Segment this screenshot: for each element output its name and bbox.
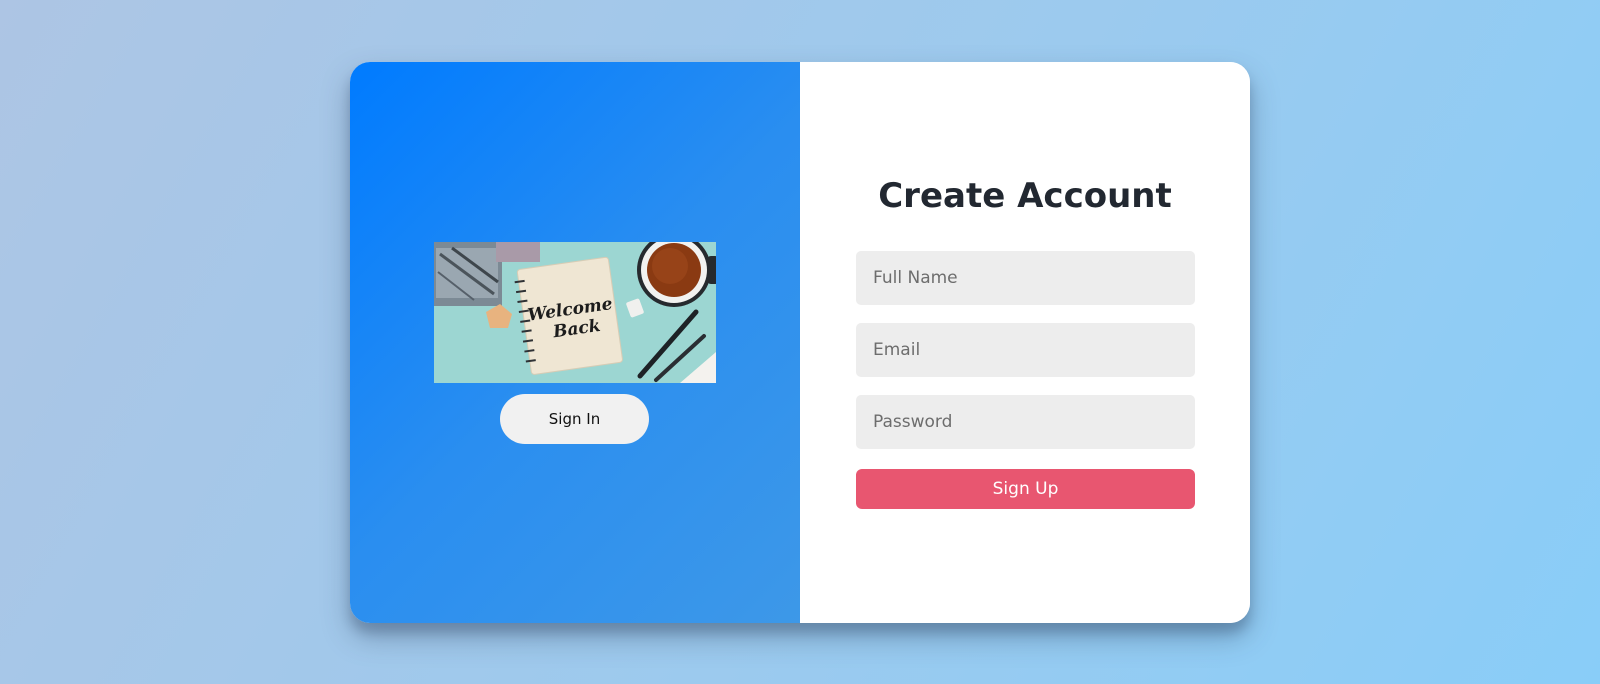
- welcome-panel: Welcome Back Sign In: [350, 62, 800, 623]
- signup-form-panel: Create Account Sign Up: [800, 62, 1250, 623]
- form-title: Create Account: [878, 176, 1172, 216]
- password-input[interactable]: [856, 395, 1195, 449]
- sign-in-button[interactable]: Sign In: [500, 394, 649, 444]
- sign-up-button[interactable]: Sign Up: [856, 469, 1195, 509]
- welcome-back-image: Welcome Back: [434, 242, 716, 383]
- auth-card: Welcome Back Sign In Create Account Full…: [350, 62, 1250, 623]
- email-input[interactable]: [856, 323, 1195, 377]
- notebook-graphic: Welcome Back: [514, 256, 623, 375]
- full-name-input[interactable]: [856, 251, 1195, 305]
